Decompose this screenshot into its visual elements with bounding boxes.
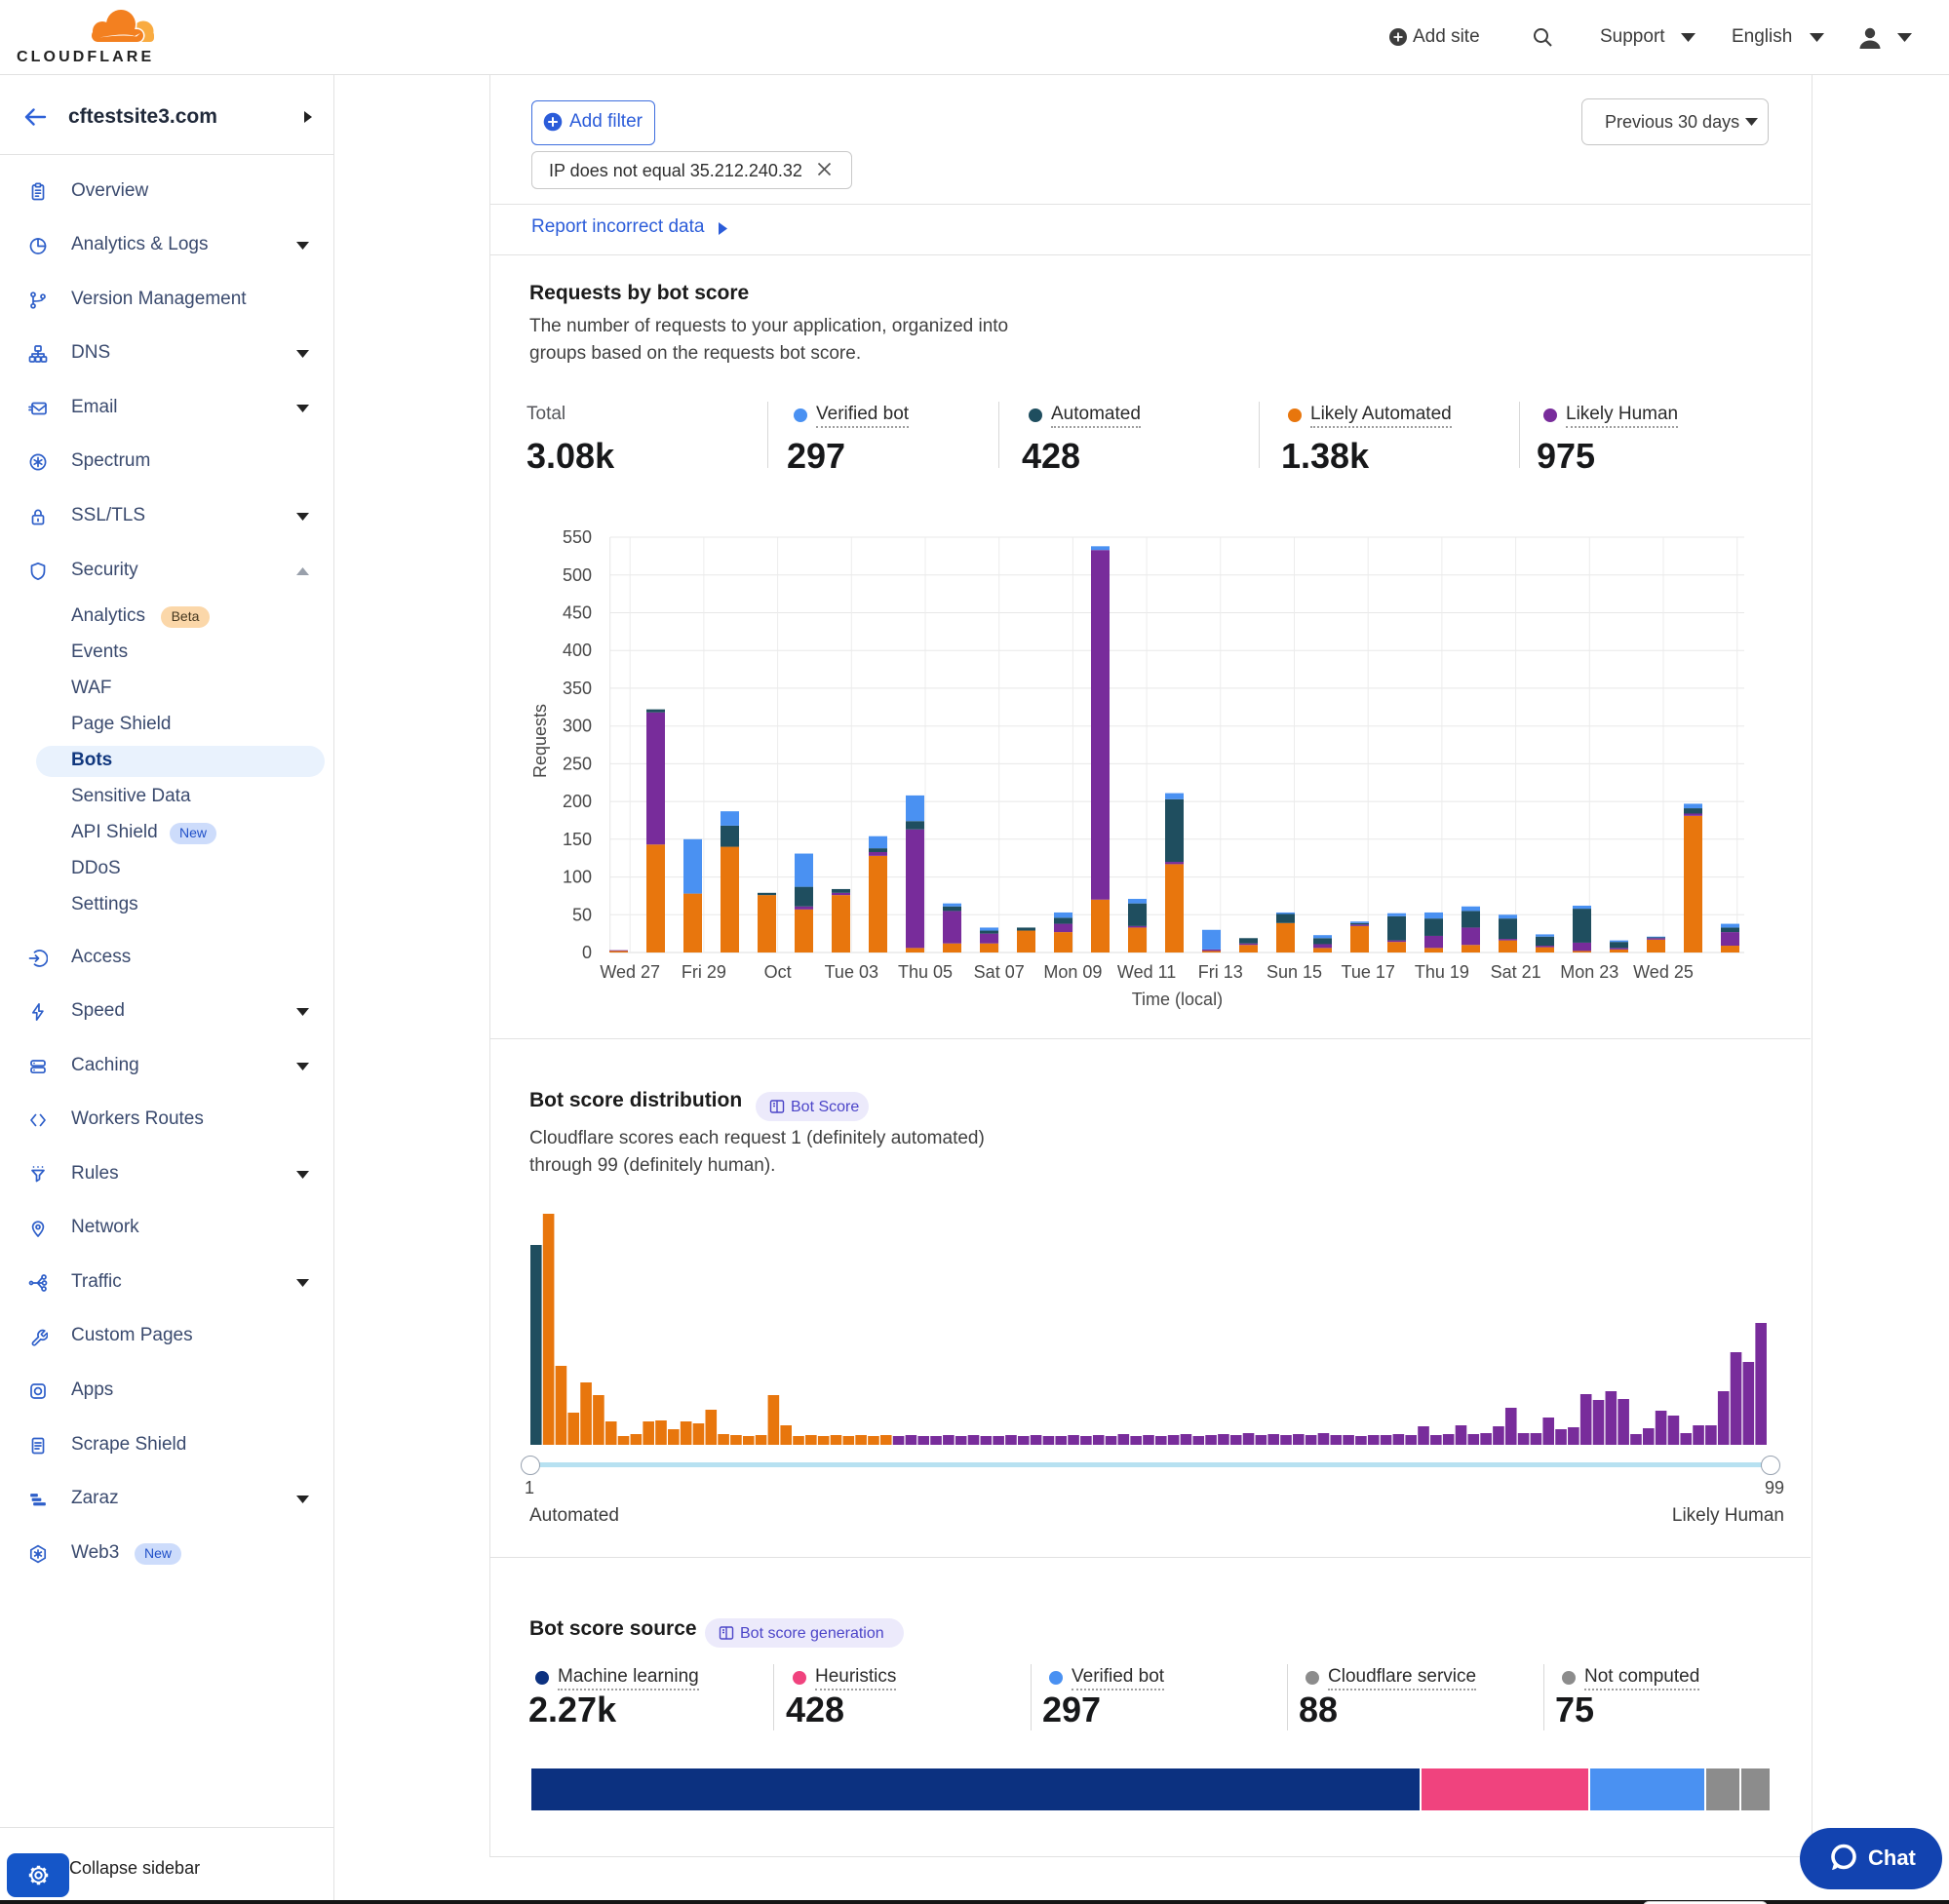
svg-text:Wed 11: Wed 11	[1117, 962, 1176, 982]
svg-text:Oct: Oct	[764, 962, 792, 982]
svg-text:200: 200	[563, 792, 592, 811]
svg-text:Thu 19: Thu 19	[1415, 962, 1469, 982]
svg-text:400: 400	[563, 641, 592, 660]
svg-text:Wed 27: Wed 27	[600, 962, 660, 982]
svg-text:Mon 09: Mon 09	[1043, 962, 1102, 982]
svg-text:0: 0	[582, 943, 592, 962]
svg-text:150: 150	[563, 830, 592, 849]
svg-text:Thu 05: Thu 05	[898, 962, 953, 982]
svg-text:Sat 21: Sat 21	[1491, 962, 1541, 982]
svg-text:350: 350	[563, 679, 592, 698]
svg-text:Fri 13: Fri 13	[1198, 962, 1243, 982]
svg-text:550: 550	[563, 527, 592, 547]
svg-text:Mon 23: Mon 23	[1560, 962, 1618, 982]
svg-text:Requests: Requests	[530, 704, 550, 778]
svg-text:CLOUDFLARE: CLOUDFLARE	[17, 49, 154, 65]
svg-text:Tue 03: Tue 03	[825, 962, 878, 982]
svg-text:50: 50	[572, 905, 592, 924]
svg-text:Sun 15: Sun 15	[1267, 962, 1322, 982]
svg-text:500: 500	[563, 565, 592, 585]
svg-text:250: 250	[563, 754, 592, 773]
svg-text:Fri 29: Fri 29	[682, 962, 726, 982]
svg-text:Wed 25: Wed 25	[1633, 962, 1694, 982]
svg-text:Time (local): Time (local)	[1132, 990, 1223, 1009]
svg-text:450: 450	[563, 603, 592, 623]
svg-text:100: 100	[563, 868, 592, 887]
svg-text:300: 300	[563, 717, 592, 736]
svg-text:Sat 07: Sat 07	[974, 962, 1025, 982]
svg-text:Tue 17: Tue 17	[1342, 962, 1395, 982]
